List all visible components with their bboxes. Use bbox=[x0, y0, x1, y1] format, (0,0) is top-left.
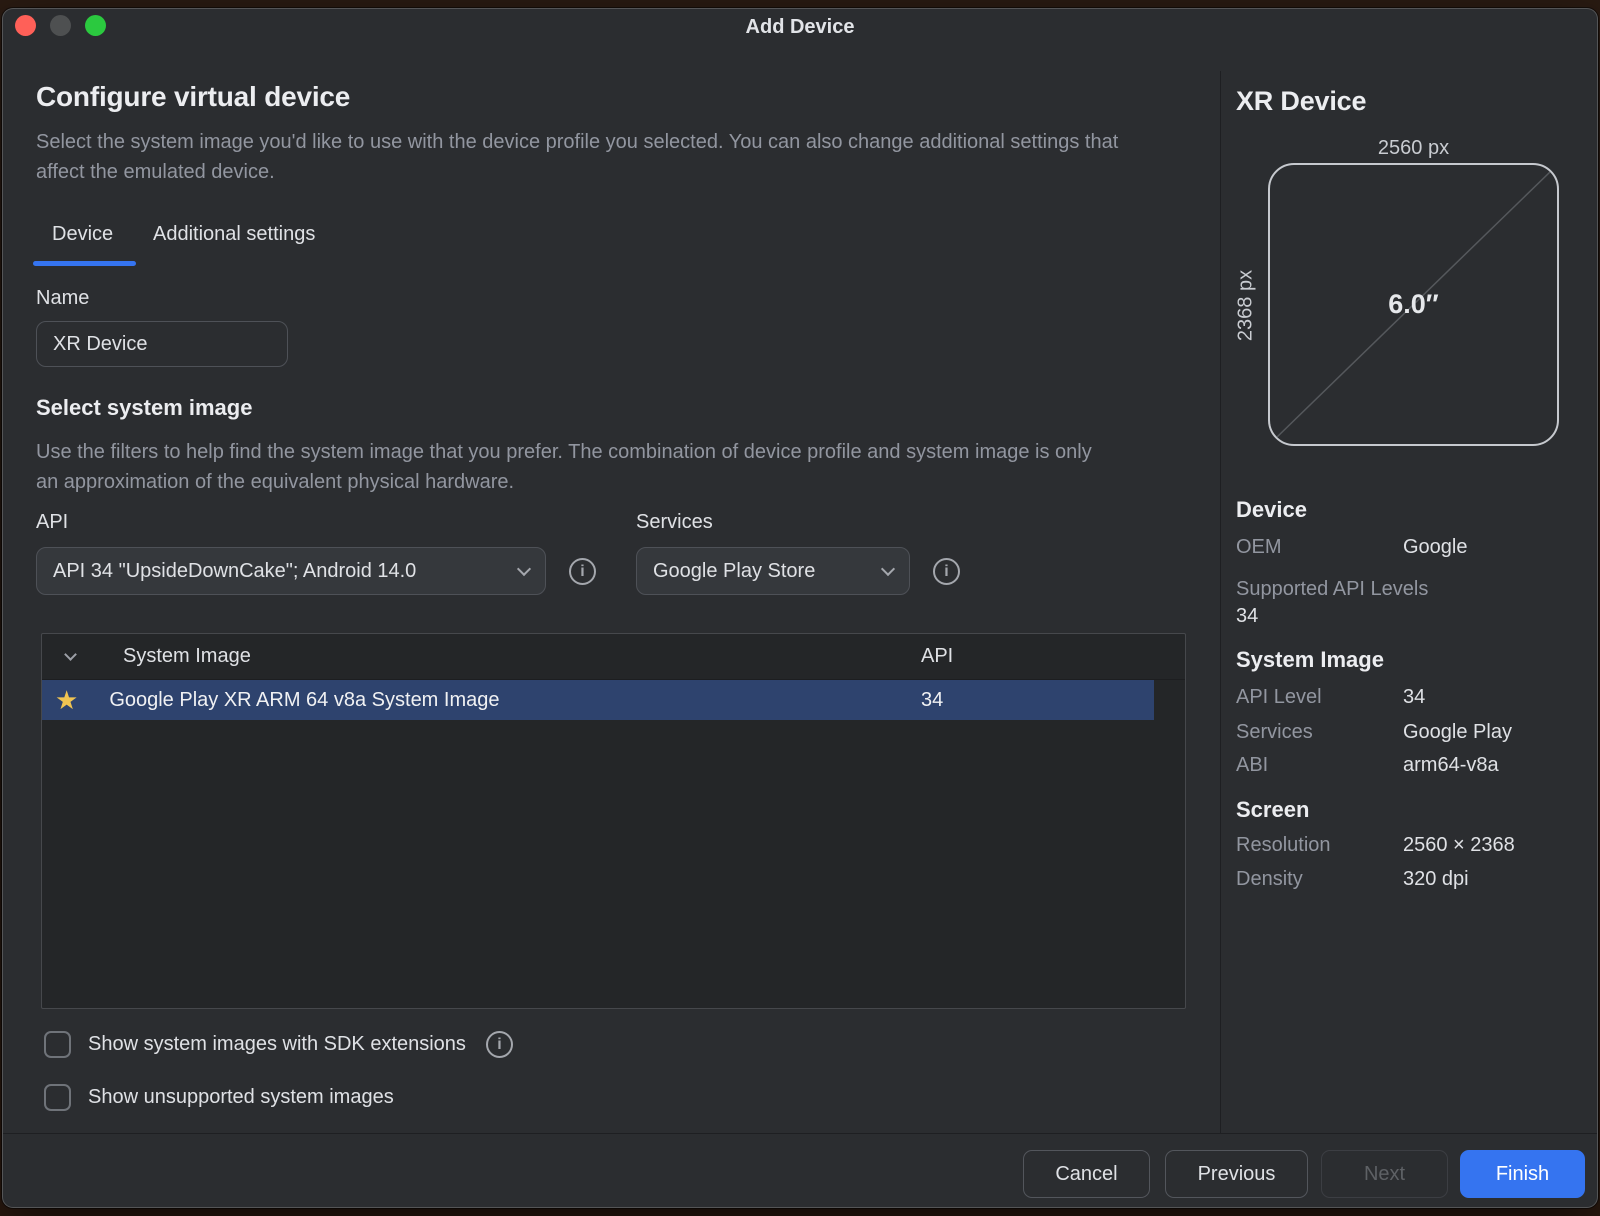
api-info-icon[interactable]: i bbox=[569, 558, 596, 585]
cancel-button[interactable]: Cancel bbox=[1023, 1150, 1150, 1198]
resolution-label: Resolution bbox=[1236, 834, 1331, 857]
sdk-extensions-label: Show system images with SDK extensions bbox=[88, 1033, 466, 1056]
services-detail-label: Services bbox=[1236, 721, 1313, 744]
api-dropdown[interactable]: API 34 "UpsideDownCake"; Android 14.0 bbox=[36, 547, 546, 595]
active-tab-indicator bbox=[33, 261, 136, 266]
resolution-value: 2560 × 2368 bbox=[1403, 834, 1515, 857]
collapse-group-chevron-icon[interactable] bbox=[64, 648, 77, 661]
column-header-api: API bbox=[921, 645, 953, 668]
system-image-name: Google Play XR ARM 64 v8a System Image bbox=[109, 689, 499, 712]
system-image-table: System Image API ★ Google Play XR ARM 64… bbox=[41, 633, 1186, 1009]
panel-divider bbox=[1220, 71, 1221, 1133]
screen-height-label: 2368 px bbox=[1235, 269, 1258, 343]
screen-diagonal-size: 6.0″ bbox=[1270, 289, 1557, 320]
unsupported-images-label: Show unsupported system images bbox=[88, 1086, 394, 1109]
oem-label: OEM bbox=[1236, 536, 1282, 559]
chevron-down-icon bbox=[517, 561, 531, 575]
chevron-down-icon bbox=[881, 561, 895, 575]
finish-button[interactable]: Finish bbox=[1460, 1150, 1585, 1198]
unsupported-images-checkbox[interactable] bbox=[44, 1084, 71, 1111]
system-image-section-title: Select system image bbox=[36, 395, 252, 421]
screen-diagram: 6.0″ bbox=[1268, 163, 1559, 446]
table-row[interactable]: ★ Google Play XR ARM 64 v8a System Image… bbox=[42, 680, 1154, 720]
api-dropdown-value: API 34 "UpsideDownCake"; Android 14.0 bbox=[53, 560, 416, 583]
footer-divider bbox=[3, 1133, 1597, 1134]
api-level-label: API Level bbox=[1236, 686, 1322, 709]
supported-api-label: Supported API Levels bbox=[1236, 578, 1428, 601]
abi-value: arm64-v8a bbox=[1403, 754, 1499, 777]
density-label: Density bbox=[1236, 868, 1303, 891]
add-device-dialog: Add Device Configure virtual device Sele… bbox=[2, 8, 1598, 1208]
page-title: Configure virtual device bbox=[36, 81, 350, 113]
star-icon[interactable]: ★ bbox=[55, 687, 78, 713]
sdk-extensions-row: Show system images with SDK extensions i bbox=[44, 1031, 513, 1058]
column-header-system-image: System Image bbox=[123, 645, 251, 668]
device-section-heading: Device bbox=[1236, 497, 1307, 523]
next-button[interactable]: Next bbox=[1321, 1150, 1448, 1198]
device-preview-title: XR Device bbox=[1236, 86, 1366, 117]
screen-section-heading: Screen bbox=[1236, 797, 1309, 823]
services-dropdown[interactable]: Google Play Store bbox=[636, 547, 910, 595]
screen-width-label: 2560 px bbox=[1268, 137, 1559, 160]
name-label: Name bbox=[36, 287, 89, 310]
tab-device[interactable]: Device bbox=[52, 223, 113, 246]
services-filter-label: Services bbox=[636, 511, 713, 534]
api-filter-label: API bbox=[36, 511, 68, 534]
name-input-value: XR Device bbox=[53, 333, 147, 356]
oem-value: Google bbox=[1403, 536, 1468, 559]
sdk-extensions-checkbox[interactable] bbox=[44, 1031, 71, 1058]
sdk-extensions-info-icon[interactable]: i bbox=[486, 1031, 513, 1058]
unsupported-images-row: Show unsupported system images bbox=[44, 1084, 394, 1111]
services-info-icon[interactable]: i bbox=[933, 558, 960, 585]
name-input[interactable]: XR Device bbox=[36, 321, 288, 367]
system-image-section-description: Use the filters to help find the system … bbox=[36, 437, 1116, 497]
previous-button[interactable]: Previous bbox=[1165, 1150, 1308, 1198]
abi-label: ABI bbox=[1236, 754, 1268, 777]
system-image-details-heading: System Image bbox=[1236, 647, 1384, 673]
services-detail-value: Google Play bbox=[1403, 721, 1512, 744]
window-title: Add Device bbox=[3, 16, 1597, 39]
services-dropdown-value: Google Play Store bbox=[653, 560, 815, 583]
table-header-row: System Image API bbox=[42, 634, 1185, 680]
system-image-api: 34 bbox=[921, 689, 943, 712]
page-description: Select the system image you'd like to us… bbox=[36, 127, 1126, 187]
api-level-value: 34 bbox=[1403, 686, 1425, 709]
tab-additional-settings[interactable]: Additional settings bbox=[153, 223, 315, 246]
density-value: 320 dpi bbox=[1403, 868, 1469, 891]
supported-api-value: 34 bbox=[1236, 605, 1258, 628]
